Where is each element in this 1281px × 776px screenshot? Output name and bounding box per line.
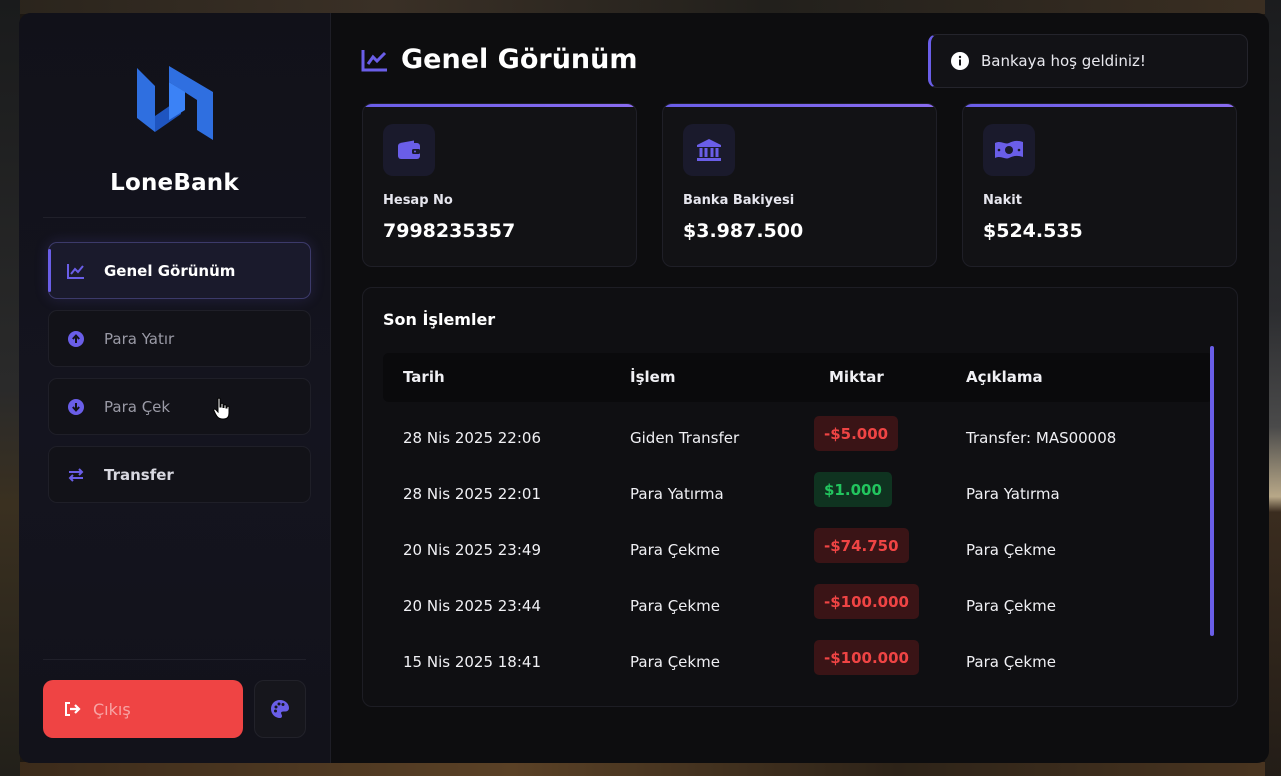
arrow-up-circle-icon — [67, 330, 85, 348]
card-value: $3.987.500 — [683, 220, 804, 242]
sidebar-nav: Genel Görünüm Para Yatır Para Çek Transf… — [48, 242, 311, 514]
summary-cards: Hesap No 7998235357 Banka Bakiyesi $3.98… — [362, 103, 1237, 267]
cell-date: 15 Nis 2025 18:41 — [403, 653, 541, 671]
brand-name: LoneBank — [110, 170, 239, 196]
column-header-type: İşlem — [630, 368, 676, 386]
cell-type: Para Çekme — [630, 597, 720, 615]
card-label: Hesap No — [383, 193, 453, 208]
amount-badge: -$100.000 — [814, 640, 919, 675]
amount-badge: $1.000 — [814, 472, 892, 507]
cell-description: Para Çekme — [966, 597, 1056, 615]
lonebank-logo — [136, 66, 213, 140]
bank-icon — [683, 124, 735, 176]
logout-button[interactable]: Çıkış — [43, 680, 244, 738]
sidebar-item-label: Para Yatır — [104, 329, 175, 348]
exchange-arrows-icon — [67, 466, 85, 484]
cash-card: Nakit $524.535 — [962, 103, 1237, 267]
game-background-left — [0, 0, 20, 776]
cell-date: 20 Nis 2025 23:44 — [403, 597, 541, 615]
sidebar-item-label: Transfer — [104, 465, 174, 484]
table-row: 28 Nis 2025 22:06 Giden Transfer -$5.000… — [383, 409, 1213, 465]
column-header-description: Açıklama — [966, 368, 1043, 386]
sidebar-divider — [43, 217, 306, 218]
card-label: Nakit — [983, 193, 1022, 208]
recent-transactions-panel: Son İşlemler Tarih İşlem Miktar Açıklama… — [362, 287, 1238, 707]
welcome-toast: Bankaya hoş geldiniz! — [928, 34, 1248, 88]
brand-block: LoneBank — [19, 58, 330, 196]
cell-type: Giden Transfer — [630, 429, 740, 447]
sidebar-item-label: Para Çek — [104, 397, 171, 416]
table-row: 28 Nis 2025 22:01 Para Yatırma $1.000 Pa… — [383, 465, 1213, 521]
cell-type: Para Çekme — [630, 541, 720, 559]
toast-message: Bankaya hoş geldiniz! — [981, 52, 1146, 70]
theme-button[interactable] — [254, 680, 306, 738]
bank-balance-card: Banka Bakiyesi $3.987.500 — [662, 103, 937, 267]
sign-out-icon — [63, 701, 81, 717]
game-background-top — [0, 0, 1281, 14]
cash-icon — [983, 124, 1035, 176]
sidebar-item-label: Genel Görünüm — [104, 261, 236, 280]
cell-description: Para Yatırma — [966, 485, 1060, 503]
card-value: 7998235357 — [383, 220, 516, 242]
sidebar-actions: Çıkış — [43, 680, 306, 738]
chart-line-icon — [361, 49, 387, 71]
sidebar-item-transfer[interactable]: Transfer — [48, 446, 311, 503]
sidebar-divider — [43, 659, 306, 660]
info-icon — [951, 52, 969, 70]
amount-badge: -$100.000 — [814, 584, 919, 619]
hand-cursor-icon — [213, 397, 230, 420]
cell-date: 28 Nis 2025 22:01 — [403, 485, 541, 503]
sidebar-item-deposit[interactable]: Para Yatır — [48, 310, 311, 367]
table-scrollbar[interactable] — [1210, 346, 1214, 636]
wallet-icon — [383, 124, 435, 176]
main-content: Genel Görünüm Bankaya hoş geldiniz! Hesa… — [331, 13, 1269, 763]
amount-badge: -$5.000 — [814, 416, 899, 451]
table-row: 15 Nis 2025 18:41 Para Çekme -$100.000 P… — [383, 633, 1213, 689]
logout-label: Çıkış — [93, 699, 131, 719]
chart-line-icon — [67, 262, 85, 280]
section-title: Son İşlemler — [383, 310, 496, 329]
cell-type: Para Yatırma — [630, 485, 724, 503]
account-number-card: Hesap No 7998235357 — [362, 103, 637, 267]
arrow-down-circle-icon — [67, 398, 85, 416]
cell-date: 28 Nis 2025 22:06 — [403, 429, 541, 447]
cell-description: Transfer: MAS00008 — [966, 429, 1117, 447]
sidebar: LoneBank Genel Görünüm Para Yatır Para Ç… — [19, 13, 331, 763]
table-header: Tarih İşlem Miktar Açıklama — [383, 353, 1213, 402]
palette-icon — [271, 700, 290, 718]
amount-badge: -$74.750 — [814, 528, 909, 563]
sidebar-item-overview[interactable]: Genel Görünüm — [48, 242, 311, 299]
cell-description: Para Çekme — [966, 541, 1056, 559]
page-title: Genel Görünüm — [361, 44, 638, 75]
card-label: Banka Bakiyesi — [683, 193, 795, 208]
sidebar-item-withdraw[interactable]: Para Çek — [48, 378, 311, 435]
column-header-amount: Miktar — [829, 368, 884, 386]
bank-app-window: LoneBank Genel Görünüm Para Yatır Para Ç… — [19, 13, 1269, 763]
game-background-bottom — [0, 762, 1281, 776]
column-header-date: Tarih — [403, 368, 445, 386]
cell-type: Para Çekme — [630, 653, 720, 671]
page-title-text: Genel Görünüm — [401, 44, 638, 75]
card-value: $524.535 — [983, 220, 1083, 242]
cell-description: Para Çekme — [966, 653, 1056, 671]
cell-date: 20 Nis 2025 23:49 — [403, 541, 541, 559]
table-row: 20 Nis 2025 23:44 Para Çekme -$100.000 P… — [383, 577, 1213, 633]
table-row: 20 Nis 2025 23:49 Para Çekme -$74.750 Pa… — [383, 521, 1213, 577]
